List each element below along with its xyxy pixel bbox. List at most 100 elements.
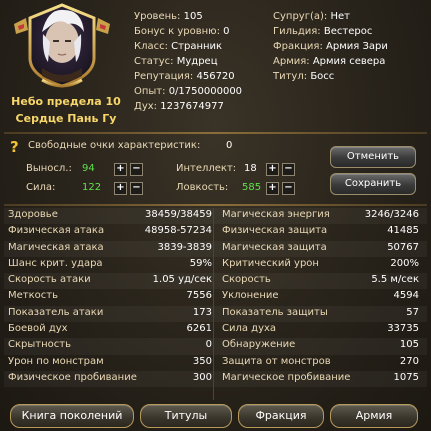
info-right: Супруг(а): Нет Гильдия: Вестерос Фракция… <box>273 9 388 84</box>
stat-row: Скрытность 0 Обнаружение 105 <box>4 338 427 355</box>
hero-title-line: Сердце Пань Гу <box>15 112 117 125</box>
agility-plus-button[interactable]: + <box>266 182 279 195</box>
stat-label-right: Магическая энергия <box>222 209 330 220</box>
stat-row: Скорость атаки 1.05 уд/сек Скорость 5.5 м/с… <box>4 273 427 290</box>
stat-label-right: Скорость <box>222 274 271 286</box>
free-points-value: 0 <box>226 140 233 151</box>
attributes-divider <box>4 204 427 206</box>
attr-strength: Сила: <box>26 182 56 193</box>
stat-value-left: 7556 <box>186 290 212 302</box>
stat-label-left: Боевой дух <box>8 323 68 335</box>
stat-label-left: Скрытность <box>8 339 71 351</box>
attr-strength-value: 122 <box>82 182 102 193</box>
stat-label-left: Магическая атака <box>8 241 104 253</box>
stat-label-right: Физическая защита <box>222 225 328 237</box>
stat-label-right: Магическое пробивание <box>222 371 351 383</box>
attr-stamina: Выносл.: <box>26 163 72 174</box>
stat-value-left: 1.05 уд/сек <box>152 274 212 286</box>
generations-book-button[interactable]: Книга поколений <box>10 404 134 428</box>
stat-value-left: 350 <box>192 355 212 367</box>
stat-label-left: Урон по монстрам <box>8 355 104 367</box>
info-left: Уровень: 105 Бонус к уровню: 0 Класс: Ст… <box>134 9 242 114</box>
stat-label-left: Показатель атаки <box>8 306 104 318</box>
stamina-minus-button[interactable]: − <box>130 163 143 176</box>
stat-row: Здоровье 38459/38459 Магическая энергия 324… <box>4 208 427 225</box>
info-spirit: Дух: 1237674977 <box>134 101 224 112</box>
stat-value-left: 173 <box>192 306 212 318</box>
stat-label-left: Здоровье <box>8 209 58 220</box>
strength-minus-button[interactable]: − <box>130 182 143 195</box>
info-level-bonus: Бонус к уровню: 0 <box>134 26 230 37</box>
stat-label-right: Обнаружение <box>222 339 296 351</box>
stat-value-right: 57 <box>406 306 419 318</box>
header-divider <box>4 132 427 134</box>
free-points-label: Свободные очки характеристик: <box>28 140 201 151</box>
hero-name: Небо предела 10 <box>11 95 121 108</box>
stat-value-left: 59% <box>189 257 212 269</box>
info-title: Титул: Босс <box>273 71 335 82</box>
stat-value-left: 3839-3839 <box>157 241 212 253</box>
character-portrait <box>14 3 110 88</box>
stat-value-right: 50767 <box>387 241 419 253</box>
stat-label-right: Магическая защита <box>222 241 327 253</box>
attr-agility: Ловкость: <box>176 182 229 193</box>
stat-value-left: 38459/38459 <box>145 209 212 220</box>
titles-button[interactable]: Титулы <box>140 404 232 428</box>
stamina-plus-button[interactable]: + <box>114 163 127 176</box>
attr-agility-value: 585 <box>242 182 262 193</box>
stat-value-left: 300 <box>192 371 212 383</box>
info-experience: Опыт: 0/1750000000 <box>134 86 243 97</box>
stat-label-left: Физическая атака <box>8 225 105 237</box>
info-guild: Гильдия: Вестерос <box>273 26 373 37</box>
character-panel: Небо предела 10 Сердце Пань Гу Уровень: … <box>0 0 431 431</box>
stat-value-left: 48958-57234 <box>144 225 212 237</box>
stat-row: Урон по монстрам 350 Защита от монстров 270 <box>4 355 427 371</box>
stat-label-left: Физическое пробивание <box>8 371 137 383</box>
stat-label-left: Скорость атаки <box>8 274 91 286</box>
stat-label-right: Показатель защиты <box>222 306 328 318</box>
stat-value-right: 5.5 м/сек <box>371 274 419 286</box>
stat-value-right: 3246/3246 <box>364 209 419 220</box>
save-button[interactable]: Сохранить <box>330 173 416 195</box>
info-army: Армия: Армия севера <box>273 56 386 67</box>
question-icon[interactable]: ? <box>10 138 24 156</box>
info-status: Статус: Мудрец <box>134 56 218 67</box>
stat-value-right: 270 <box>399 355 419 367</box>
stat-row: Физическая атака 48958-57234 Физическая за… <box>4 224 427 240</box>
intellect-plus-button[interactable]: + <box>266 163 279 176</box>
info-class: Класс: Странник <box>134 41 223 52</box>
stat-value-right: 1075 <box>393 371 419 383</box>
stat-label-right: Критический урон <box>222 257 319 269</box>
faction-button[interactable]: Фракция <box>238 404 324 428</box>
attr-stamina-value: 94 <box>82 163 95 174</box>
stat-label-right: Защита от монстров <box>222 355 331 367</box>
stat-label-right: Сила духа <box>222 323 277 335</box>
info-reputation: Репутация: 456720 <box>134 71 235 82</box>
stat-value-right: 200% <box>390 257 419 269</box>
attr-intellect: Интеллект: <box>176 163 237 174</box>
stat-row: Магическая атака 3839-3839 Магическая защи… <box>4 240 427 257</box>
stats-table: Здоровье 38459/38459 Магическая энергия 324… <box>4 208 427 388</box>
stat-row: Меткость 7556 Уклонение 4594 <box>4 289 427 305</box>
cancel-button[interactable]: Отменить <box>330 146 416 168</box>
info-spouse: Супруг(а): Нет <box>273 11 350 22</box>
stat-value-right: 105 <box>399 339 419 351</box>
intellect-minus-button[interactable]: − <box>282 163 295 176</box>
stat-value-left: 0 <box>205 339 212 351</box>
stat-value-right: 4594 <box>393 290 419 302</box>
strength-plus-button[interactable]: + <box>114 182 127 195</box>
info-faction: Фракция: Армия Зари <box>273 41 388 52</box>
stat-row: Боевой дух 6261 Сила духа 33735 <box>4 322 427 338</box>
stat-value-right: 41485 <box>387 225 419 237</box>
stat-value-left: 6261 <box>186 323 212 335</box>
stat-row: Физическое пробивание 300 Магическое проби… <box>4 370 427 388</box>
stat-label-left: Меткость <box>8 290 58 302</box>
stat-row: Показатель атаки 173 Показатель защиты 57 <box>4 305 427 323</box>
attributes-section: ? Свободные очки характеристик: 0 Выносл… <box>4 136 427 204</box>
info-level: Уровень: 105 <box>134 11 203 22</box>
stat-row: Шанс крит. удара 59% Критический урон 200% <box>4 257 427 273</box>
army-button[interactable]: Армия <box>330 404 418 428</box>
stat-value-right: 33735 <box>387 323 419 335</box>
attr-intellect-value: 18 <box>244 163 257 174</box>
agility-minus-button[interactable]: − <box>282 182 295 195</box>
